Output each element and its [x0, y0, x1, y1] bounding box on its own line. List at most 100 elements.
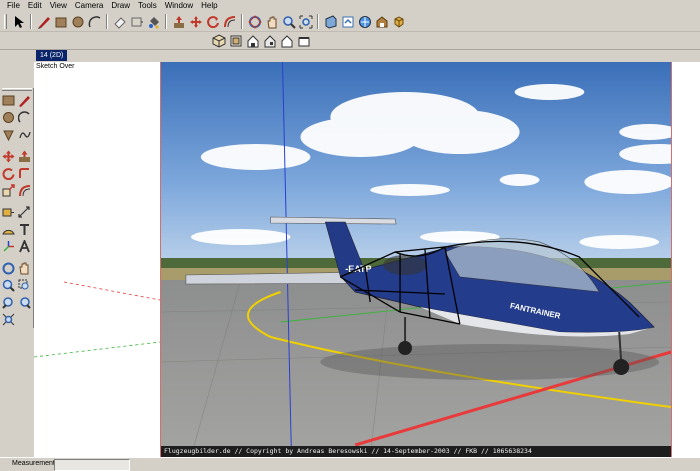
toolbar-separator	[106, 14, 108, 29]
3d-text-icon	[18, 239, 30, 252]
pan-tool-button[interactable]	[16, 260, 32, 276]
zoom-icon	[2, 279, 15, 292]
circle-icon	[72, 16, 83, 27]
iso-view-icon	[212, 33, 225, 48]
arc-tool-button[interactable]	[86, 13, 103, 30]
paint-bucket-tool-button[interactable]	[145, 13, 162, 30]
modeling-viewport[interactable]: Sketch Over -EATP FANTRAINER Flugzeugbil…	[34, 62, 700, 457]
left-view-icon	[298, 36, 309, 46]
pan-hand-icon	[266, 16, 276, 28]
push-pull-tool-button[interactable]	[170, 13, 187, 30]
rotate-tool-button[interactable]	[204, 13, 221, 30]
follow-me-tool-button[interactable]	[16, 165, 32, 181]
left-view-button[interactable]	[295, 32, 312, 49]
tape-measure-tool-button[interactable]	[128, 13, 145, 30]
offset-tool-button[interactable]	[16, 182, 32, 198]
toolbar-grip[interactable]	[4, 14, 7, 29]
zoom-extents-icon	[299, 15, 312, 28]
toolbar-separator	[317, 14, 319, 29]
section-plane-button[interactable]	[322, 13, 339, 30]
scene-tabs-strip: 14 (2D)	[0, 50, 700, 62]
pan-tool-button[interactable]	[263, 13, 280, 30]
measurements-input[interactable]	[54, 459, 130, 471]
menu-tools[interactable]: Tools	[134, 0, 161, 12]
offset-icon	[223, 15, 235, 27]
status-bar: Measurements	[0, 457, 700, 471]
get-models-button[interactable]	[339, 13, 356, 30]
scale-tool-button[interactable]	[0, 182, 16, 198]
previous-view-button[interactable]	[0, 294, 16, 310]
paint-bucket-icon	[148, 16, 159, 28]
rotate-icon	[206, 15, 219, 28]
move-tool-button[interactable]	[187, 13, 204, 30]
circle-tool-button[interactable]	[69, 13, 86, 30]
protractor-tool-button[interactable]	[0, 221, 16, 237]
circle-tool-button[interactable]	[0, 109, 16, 125]
zoom-tool-button[interactable]	[0, 277, 16, 293]
tape-measure-icon	[2, 208, 14, 216]
green-axis-dashed	[34, 341, 161, 358]
measurements-label: Measurements	[12, 460, 59, 467]
select-arrow-icon	[14, 15, 24, 28]
rectangle-tool-button[interactable]	[52, 13, 69, 30]
rotate-tool-button[interactable]	[0, 165, 16, 181]
polygon-tool-button[interactable]	[0, 126, 16, 142]
rectangle-tool-button[interactable]	[0, 92, 16, 108]
tape-measure-tool-button[interactable]	[0, 204, 16, 220]
freehand-tool-button[interactable]	[16, 126, 32, 142]
arc-tool-button[interactable]	[16, 109, 32, 125]
polygon-icon	[2, 130, 14, 141]
next-view-button[interactable]	[16, 294, 32, 310]
scale-icon	[2, 183, 15, 196]
zoom-extents-tool-button[interactable]	[0, 311, 16, 327]
text-tool-button[interactable]	[16, 221, 32, 237]
3d-text-tool-button[interactable]	[16, 238, 32, 254]
right-view-button[interactable]	[261, 32, 278, 49]
eraser-tool-button[interactable]	[111, 13, 128, 30]
menu-view[interactable]: View	[46, 0, 71, 12]
line-tool-button[interactable]	[35, 13, 52, 30]
axes-icon	[2, 240, 14, 252]
menu-window[interactable]: Window	[161, 0, 197, 12]
scene-tab[interactable]: 14 (2D)	[36, 50, 68, 61]
pencil-line-icon	[18, 95, 30, 107]
menu-draw[interactable]: Draw	[107, 0, 134, 12]
pan-hand-icon	[18, 262, 28, 274]
dimension-tool-button[interactable]	[16, 204, 32, 220]
iso-view-button[interactable]	[210, 32, 227, 49]
toolbar-separator	[165, 14, 167, 29]
select-tool-button[interactable]	[10, 13, 27, 30]
push-pull-tool-button[interactable]	[16, 148, 32, 164]
circle-icon	[2, 111, 14, 123]
views-toolbar	[0, 32, 700, 50]
menu-help[interactable]: Help	[197, 0, 221, 12]
toolbar-separator	[30, 14, 32, 29]
rectangle-icon	[55, 17, 66, 27]
zoom-window-tool-button[interactable]	[16, 277, 32, 293]
axes-tool-button[interactable]	[0, 238, 16, 254]
menu-camera[interactable]: Camera	[71, 0, 107, 12]
top-view-button[interactable]	[227, 32, 244, 49]
menu-bar: File Edit View Camera Draw Tools Window …	[0, 0, 700, 12]
protractor-icon	[1, 229, 15, 234]
matched-photo: -EATP FANTRAINER Flugzeugbilder.de // Co…	[160, 62, 672, 457]
zoom-tool-button[interactable]	[280, 13, 297, 30]
line-tool-button[interactable]	[16, 92, 32, 108]
tape-measure-icon	[131, 17, 143, 26]
zoom-extents-icon	[2, 313, 14, 325]
front-view-button[interactable]	[244, 32, 261, 49]
toolbar-grip[interactable]	[2, 88, 32, 91]
orbit-tool-button[interactable]	[246, 13, 263, 30]
push-pull-icon	[18, 150, 30, 162]
text-icon	[19, 223, 29, 235]
share-model-button[interactable]	[356, 13, 373, 30]
warehouse-button[interactable]	[373, 13, 390, 30]
back-view-button[interactable]	[278, 32, 295, 49]
offset-tool-button[interactable]	[221, 13, 238, 30]
component-button[interactable]	[390, 13, 407, 30]
orbit-tool-button[interactable]	[0, 260, 16, 276]
menu-edit[interactable]: Edit	[24, 0, 46, 12]
move-tool-button[interactable]	[0, 148, 16, 164]
menu-file[interactable]: File	[3, 0, 24, 12]
zoom-extents-tool-button[interactable]	[297, 13, 314, 30]
